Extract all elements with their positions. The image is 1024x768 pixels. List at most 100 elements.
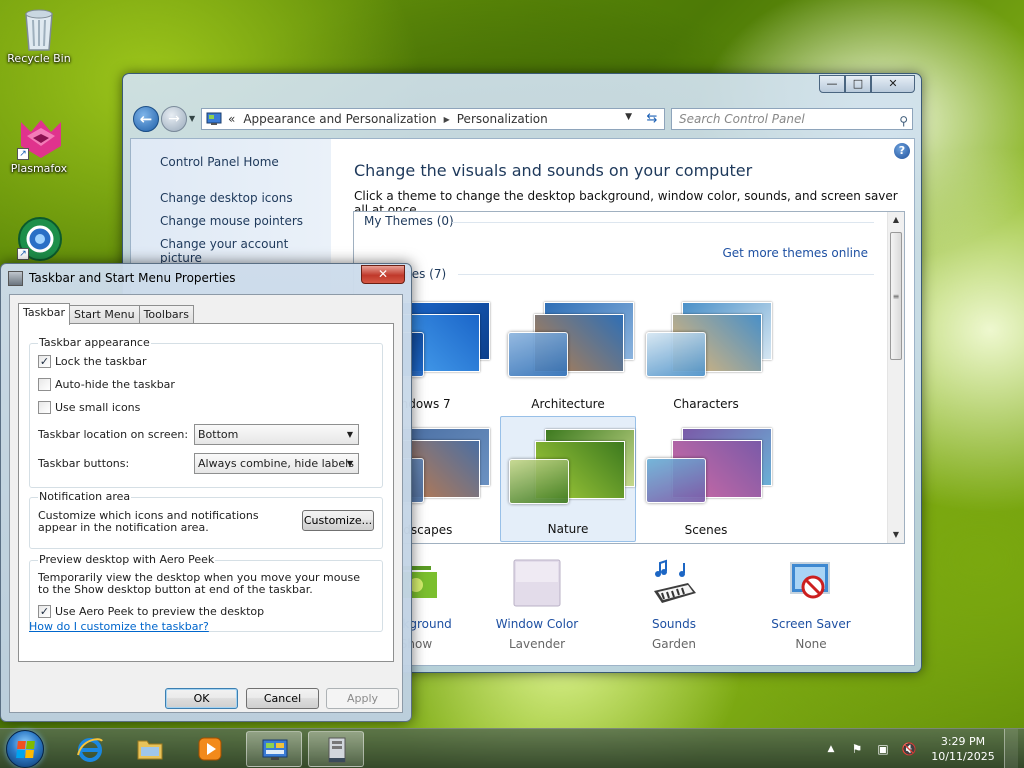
theme-preview-icon (642, 300, 772, 392)
taskbar-properties-window[interactable] (308, 731, 364, 767)
show-desktop-button[interactable] (1004, 729, 1018, 768)
theme-tile[interactable]: Scenes (638, 416, 774, 542)
taskbar-internet-explorer[interactable] (62, 731, 118, 767)
checkbox-label: Use small icons (55, 401, 141, 414)
lock-taskbar-row[interactable]: ✓ Lock the taskbar (38, 355, 147, 368)
theme-tile[interactable]: Nature (500, 416, 636, 542)
recent-pages-dropdown[interactable]: ▼ (189, 114, 195, 123)
cancel-button[interactable]: Cancel (246, 688, 319, 709)
group-divider (452, 222, 874, 223)
minimize-button[interactable]: — (819, 75, 845, 93)
address-bar[interactable]: « Appearance and Personalization ▶ Perso… (201, 108, 665, 130)
change-desktop-icons-link[interactable]: Change desktop icons (160, 191, 293, 205)
desktop-icon-recycle-bin[interactable]: Recycle Bin (1, 6, 77, 65)
ok-button[interactable]: OK (165, 688, 238, 709)
get-more-themes-link[interactable]: Get more themes online (722, 246, 868, 260)
scroll-up-icon[interactable]: ▲ (888, 212, 904, 228)
help-icon[interactable]: ? (894, 143, 910, 159)
sounds-button[interactable]: Sounds Garden (619, 559, 729, 651)
desktop-icon-plasmafox[interactable]: ↗ Plasmafox (1, 116, 77, 175)
forward-button[interactable]: → (161, 106, 187, 132)
theme-list[interactable]: My Themes (0) Get more themes online mes… (353, 211, 905, 544)
close-button[interactable]: ✕ (871, 75, 915, 93)
theme-name: Architecture (531, 397, 605, 411)
shortcut-arrow-icon: ↗ (17, 248, 29, 260)
show-hidden-icons-chevron-icon[interactable]: ▲ (823, 741, 839, 757)
refresh-icon[interactable]: ⇆ (639, 108, 665, 130)
taskbar-windows-explorer[interactable] (122, 731, 178, 767)
system-clock[interactable]: 3:29 PM 10/11/2025 (928, 734, 998, 764)
control-panel-icon (206, 112, 222, 125)
network-icon[interactable]: ▣ (875, 741, 891, 757)
scroll-thumb[interactable]: ≡ (890, 232, 902, 360)
customize-button[interactable]: Customize... (302, 510, 374, 531)
taskbar-tab-panel: Taskbar appearance ✓ Lock the taskbar Au… (18, 323, 394, 662)
aero-peek-row[interactable]: ✓ Use Aero Peek to preview the desktop (38, 605, 264, 618)
window-color-button[interactable]: Window Color Lavender (482, 559, 592, 651)
plasmafox-icon: ↗ (17, 116, 61, 160)
taskbar-media-player[interactable] (182, 731, 238, 767)
navigation-bar: ← → ▼ « Appearance and Personalization ▶… (131, 106, 913, 132)
small-icons-checkbox[interactable] (38, 401, 51, 414)
clock-time: 3:29 PM (940, 735, 986, 748)
auto-hide-row[interactable]: Auto-hide the taskbar (38, 378, 175, 391)
tab-taskbar[interactable]: Taskbar (18, 303, 70, 325)
taskbar-location-select[interactable]: Bottom ▼ (194, 424, 359, 445)
desktop-icon-label: Plasmafox (10, 162, 68, 175)
taskbar-control-panel[interactable] (246, 731, 302, 767)
theme-tile[interactable]: Characters (638, 290, 774, 416)
change-account-picture-link[interactable]: Change your account picture (160, 237, 331, 265)
taskbar-buttons-label: Taskbar buttons: (38, 457, 130, 470)
auto-hide-checkbox[interactable] (38, 378, 51, 391)
theme-list-scrollbar[interactable]: ▲ ≡ ▼ (887, 212, 904, 543)
theme-tile[interactable]: Architecture (500, 290, 636, 416)
theme-name: Scenes (684, 523, 728, 537)
search-input[interactable]: Search Control Panel ⚲ (671, 108, 913, 130)
group-title: Notification area (38, 490, 132, 503)
back-button[interactable]: ← (133, 106, 159, 132)
internet-explorer-icon (77, 738, 103, 762)
change-mouse-pointers-link[interactable]: Change mouse pointers (160, 214, 303, 228)
action-center-flag-icon[interactable]: ⚑ (849, 741, 865, 757)
scroll-down-icon[interactable]: ▼ (888, 527, 904, 543)
sounds-icon (650, 559, 698, 607)
theme-preview-icon (642, 426, 772, 518)
control-panel-home-link[interactable]: Control Panel Home (160, 155, 279, 169)
taskbar-properties-dialog: Taskbar and Start Menu Properties ✕ Task… (0, 263, 412, 722)
checkbox-label: Lock the taskbar (55, 355, 147, 368)
my-themes-heading[interactable]: My Themes (0) (364, 214, 454, 228)
breadcrumb-prefix[interactable]: « (228, 112, 235, 126)
taskbar-buttons-select[interactable]: Always combine, hide labels ▼ (194, 453, 359, 474)
customize-taskbar-help-link[interactable]: How do I customize the taskbar? (29, 620, 209, 633)
apply-button[interactable]: Apply (326, 688, 399, 709)
window-color-label: Window Color (495, 617, 579, 631)
group-title: Taskbar appearance (38, 336, 151, 349)
window-color-swatch-icon (513, 559, 561, 607)
small-icons-row[interactable]: Use small icons (38, 401, 140, 414)
desktop-icon-browser[interactable]: ↗ (1, 216, 77, 262)
breadcrumb-appearance[interactable]: Appearance and Personalization (243, 112, 436, 126)
volume-muted-icon[interactable]: 🔇 (901, 741, 917, 757)
dropdown-arrow-icon: ▼ (346, 459, 353, 468)
lock-taskbar-checkbox[interactable]: ✓ (38, 355, 51, 368)
tab-toolbars[interactable]: Toolbars (138, 305, 194, 324)
tab-start-menu[interactable]: Start Menu (69, 305, 140, 324)
control-panel-icon (262, 739, 288, 760)
screen-saver-button[interactable]: Screen Saver None (756, 559, 866, 651)
start-button[interactable] (6, 730, 44, 768)
dialog-close-button[interactable]: ✕ (361, 265, 405, 284)
maximize-button[interactable]: □ (845, 75, 871, 93)
media-player-icon (198, 737, 222, 761)
breadcrumb-separator-icon[interactable]: ▶ (444, 115, 450, 124)
notification-description: Customize which icons and notifications … (38, 509, 259, 534)
taskbar-location-label: Taskbar location on screen: (38, 428, 189, 441)
address-dropdown-icon[interactable]: ▼ (625, 112, 632, 122)
search-placeholder: Search Control Panel (679, 112, 805, 126)
windows-logo-icon (16, 741, 35, 758)
breadcrumb-personalization[interactable]: Personalization (457, 112, 548, 126)
search-icon[interactable]: ⚲ (899, 111, 908, 131)
aero-peek-checkbox[interactable]: ✓ (38, 605, 51, 618)
window-caption-buttons: — □ ✕ (819, 75, 915, 93)
aero-peek-description: Temporarily view the desktop when you mo… (38, 571, 360, 596)
browser-globe-icon: ↗ (17, 216, 62, 261)
